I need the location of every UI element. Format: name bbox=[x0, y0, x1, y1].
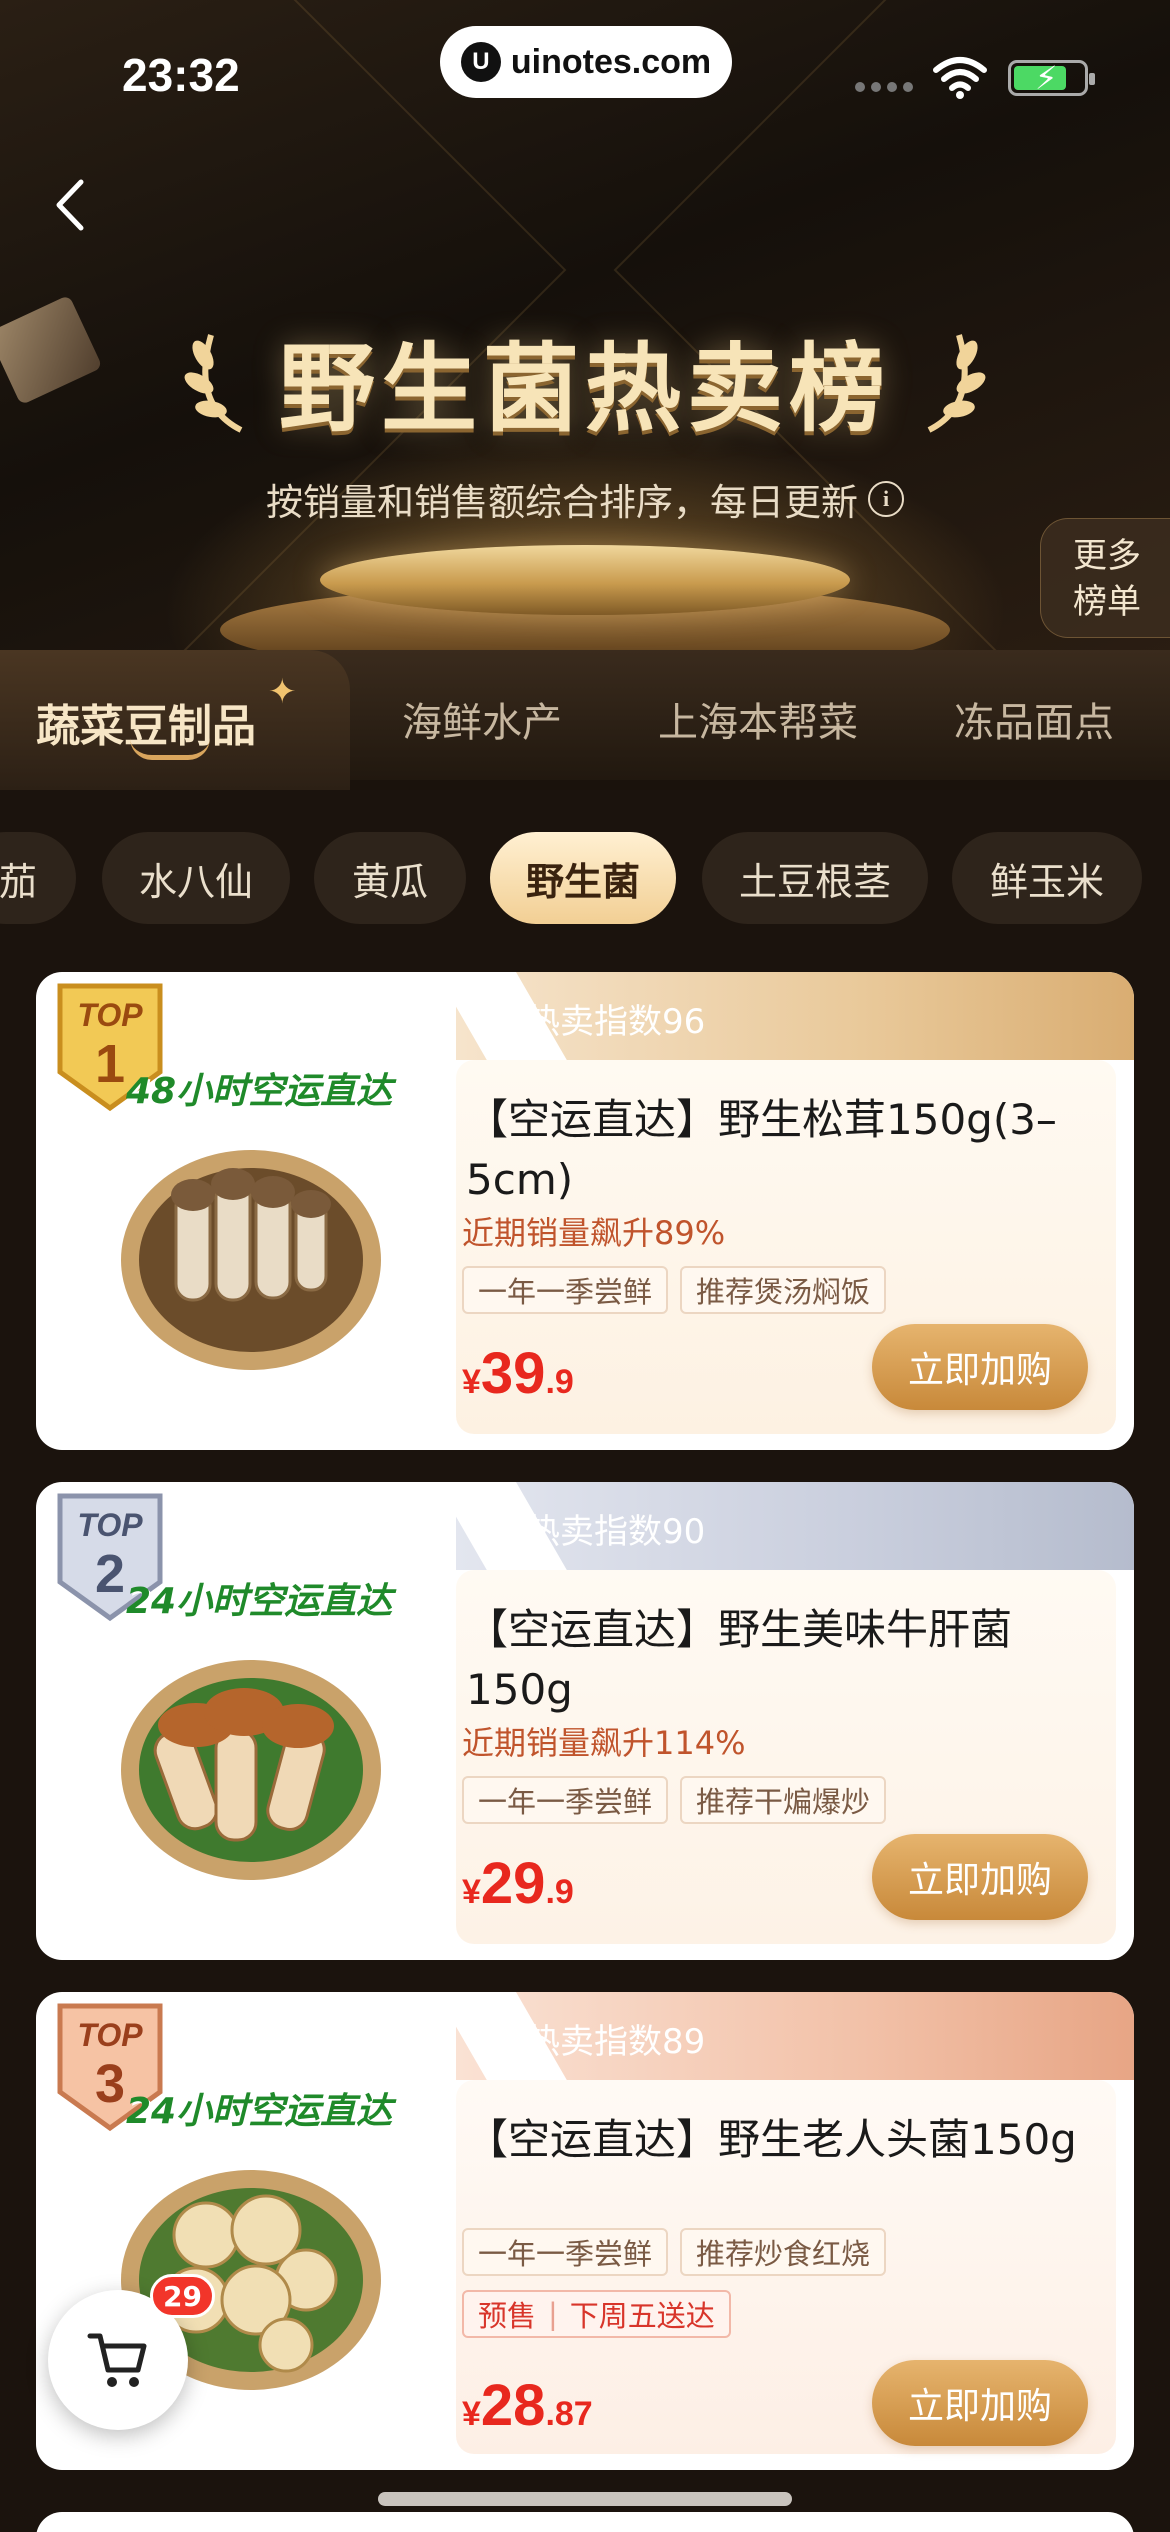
price-symbol: ¥ bbox=[462, 1363, 481, 1401]
price-integer: 29 bbox=[480, 1851, 546, 1916]
heat-index: 热卖指数90 bbox=[486, 1504, 705, 1553]
presale-tags: 预售 | 下周五送达 bbox=[462, 2290, 731, 2338]
podium-top bbox=[320, 545, 850, 615]
subtitle-row: 按销量和销售额综合排序，每日更新 i bbox=[0, 472, 1170, 526]
heat-index: 热卖指数96 bbox=[486, 994, 705, 1043]
product-image[interactable] bbox=[116, 1120, 386, 1380]
price: ¥ 28 .87 bbox=[462, 2372, 593, 2439]
product-tags: 一年一季尝鲜 推荐炒食红烧 bbox=[462, 2228, 887, 2276]
signal-icon bbox=[855, 82, 913, 92]
rank-number: 1 bbox=[95, 1034, 125, 1094]
flame-icon bbox=[489, 1002, 513, 1033]
chip-cucumber[interactable]: 黄瓜 bbox=[314, 832, 466, 924]
price: ¥ 29 .9 bbox=[462, 1850, 574, 1917]
chip-wild-mushroom[interactable]: 野生菌 bbox=[490, 832, 676, 924]
product-card[interactable]: 热卖指数96 TOP 1 48小时空运直达 【空运直达】野生松茸150g(3–5… bbox=[36, 972, 1134, 1450]
sparkle-icon: ✦ bbox=[268, 672, 297, 712]
product-title[interactable]: 【空运直达】野生老人头菌150g bbox=[466, 2110, 1106, 2170]
promo-slogan: 48小时空运直达 bbox=[126, 1071, 393, 1112]
tag: 推荐煲汤焖饭 bbox=[680, 1266, 887, 1314]
rank-label: TOP bbox=[77, 1507, 143, 1543]
price: ¥ 39 .9 bbox=[462, 1340, 574, 1407]
product-card[interactable]: 热卖指数89 TOP 3 24小时空运直达 【空运直达】野生老人头菌150g 一… bbox=[36, 1992, 1134, 2470]
rank-number: 3 bbox=[95, 2054, 125, 2114]
status-time: 23:32 bbox=[122, 49, 240, 101]
presale-label: 预售 bbox=[478, 2299, 537, 2333]
price-decimal: .9 bbox=[545, 1873, 574, 1911]
add-to-cart-button[interactable]: 立即加购 bbox=[872, 2360, 1088, 2446]
more-rankings-line1: 更多 bbox=[1073, 536, 1141, 576]
sales-trend: 近期销量飙升114% bbox=[462, 1724, 746, 1762]
promo-slogan: 24小时空运直达 bbox=[126, 2091, 393, 2132]
chip-water-vegetables[interactable]: 水八仙 bbox=[102, 832, 290, 924]
wifi-icon bbox=[933, 57, 987, 99]
tag: 一年一季尝鲜 bbox=[462, 1266, 669, 1314]
heat-index-text: 热卖指数96 bbox=[526, 1002, 706, 1042]
title-row: 野生菌热卖榜 bbox=[0, 320, 1170, 445]
sales-trend: 近期销量飙升89% bbox=[462, 1214, 726, 1252]
next-product-card-peek bbox=[36, 2512, 1134, 2532]
page-subtitle: 按销量和销售额综合排序，每日更新 bbox=[266, 481, 858, 524]
product-title[interactable]: 【空运直达】野生美味牛肝菌150g bbox=[466, 1600, 1106, 1720]
url-pill: U uinotes.com bbox=[440, 26, 732, 98]
home-indicator bbox=[378, 2492, 792, 2506]
product-tags: 一年一季尝鲜 推荐干煸爆炒 bbox=[462, 1776, 887, 1824]
product-card[interactable]: 热卖指数90 TOP 2 24小时空运直达 【空运直达】野生美味牛肝菌150g … bbox=[36, 1482, 1134, 1960]
tag: 一年一季尝鲜 bbox=[462, 2228, 669, 2276]
tab-shanghai-cuisine[interactable]: 上海本帮菜 bbox=[658, 690, 858, 748]
back-icon[interactable] bbox=[40, 170, 100, 240]
url-text: uinotes.com bbox=[510, 42, 712, 81]
cart-icon bbox=[87, 2333, 147, 2387]
battery-icon: ⚡ bbox=[1008, 59, 1095, 97]
flame-icon bbox=[489, 2022, 513, 2053]
price-integer: 28 bbox=[480, 2373, 546, 2438]
heat-index-text: 热卖指数90 bbox=[526, 1512, 706, 1552]
more-rankings-line2: 榜单 bbox=[1073, 582, 1141, 622]
tab-frozen-pastry[interactable]: 冻品面点 bbox=[954, 690, 1114, 748]
price-decimal: .9 bbox=[545, 1363, 574, 1401]
product-title[interactable]: 【空运直达】野生松茸150g(3–5cm) bbox=[466, 1090, 1106, 1210]
tag-separator: | bbox=[548, 2297, 558, 2331]
heat-index-text: 热卖指数89 bbox=[526, 2022, 706, 2062]
uinotes-logo-icon: U bbox=[460, 42, 501, 82]
rank-number: 2 bbox=[95, 1544, 125, 1604]
heat-index: 热卖指数89 bbox=[486, 2014, 705, 2063]
tab-seafood[interactable]: 海鲜水产 bbox=[402, 690, 562, 748]
add-to-cart-button[interactable]: 立即加购 bbox=[872, 1324, 1088, 1410]
price-symbol: ¥ bbox=[462, 2395, 481, 2433]
chip-fresh-corn[interactable]: 鲜玉米 bbox=[952, 832, 1142, 924]
laurel-right-icon bbox=[927, 334, 986, 433]
tag: 一年一季尝鲜 bbox=[462, 1776, 669, 1824]
tag: 推荐干煸爆炒 bbox=[680, 1776, 887, 1824]
presale-tag: 预售 | 下周五送达 bbox=[462, 2290, 731, 2338]
product-image[interactable] bbox=[116, 1630, 386, 1890]
promo-slogan: 24小时空运直达 bbox=[126, 1581, 393, 1622]
presale-delivery: 下周五送达 bbox=[569, 2299, 715, 2333]
product-tags: 一年一季尝鲜 推荐煲汤焖饭 bbox=[462, 1266, 887, 1314]
flame-icon bbox=[489, 1512, 513, 1543]
active-tab-underline bbox=[130, 738, 210, 760]
price-symbol: ¥ bbox=[462, 1873, 481, 1911]
info-icon[interactable]: i bbox=[868, 481, 904, 517]
laurel-left-icon bbox=[184, 334, 243, 433]
tag: 推荐炒食红烧 bbox=[680, 2228, 887, 2276]
add-to-cart-button[interactable]: 立即加购 bbox=[872, 1834, 1088, 1920]
price-integer: 39 bbox=[480, 1341, 546, 1406]
cart-count-badge: 29 bbox=[150, 2274, 215, 2318]
price-decimal: .87 bbox=[545, 2395, 593, 2433]
chip-potato-roots[interactable]: 土豆根茎 bbox=[702, 832, 928, 924]
more-rankings-button[interactable]: 更多 榜单 bbox=[1040, 518, 1170, 638]
page-title: 野生菌热卖榜 bbox=[279, 332, 891, 445]
rank-label: TOP bbox=[77, 997, 143, 1033]
rank-label: TOP bbox=[77, 2017, 143, 2053]
